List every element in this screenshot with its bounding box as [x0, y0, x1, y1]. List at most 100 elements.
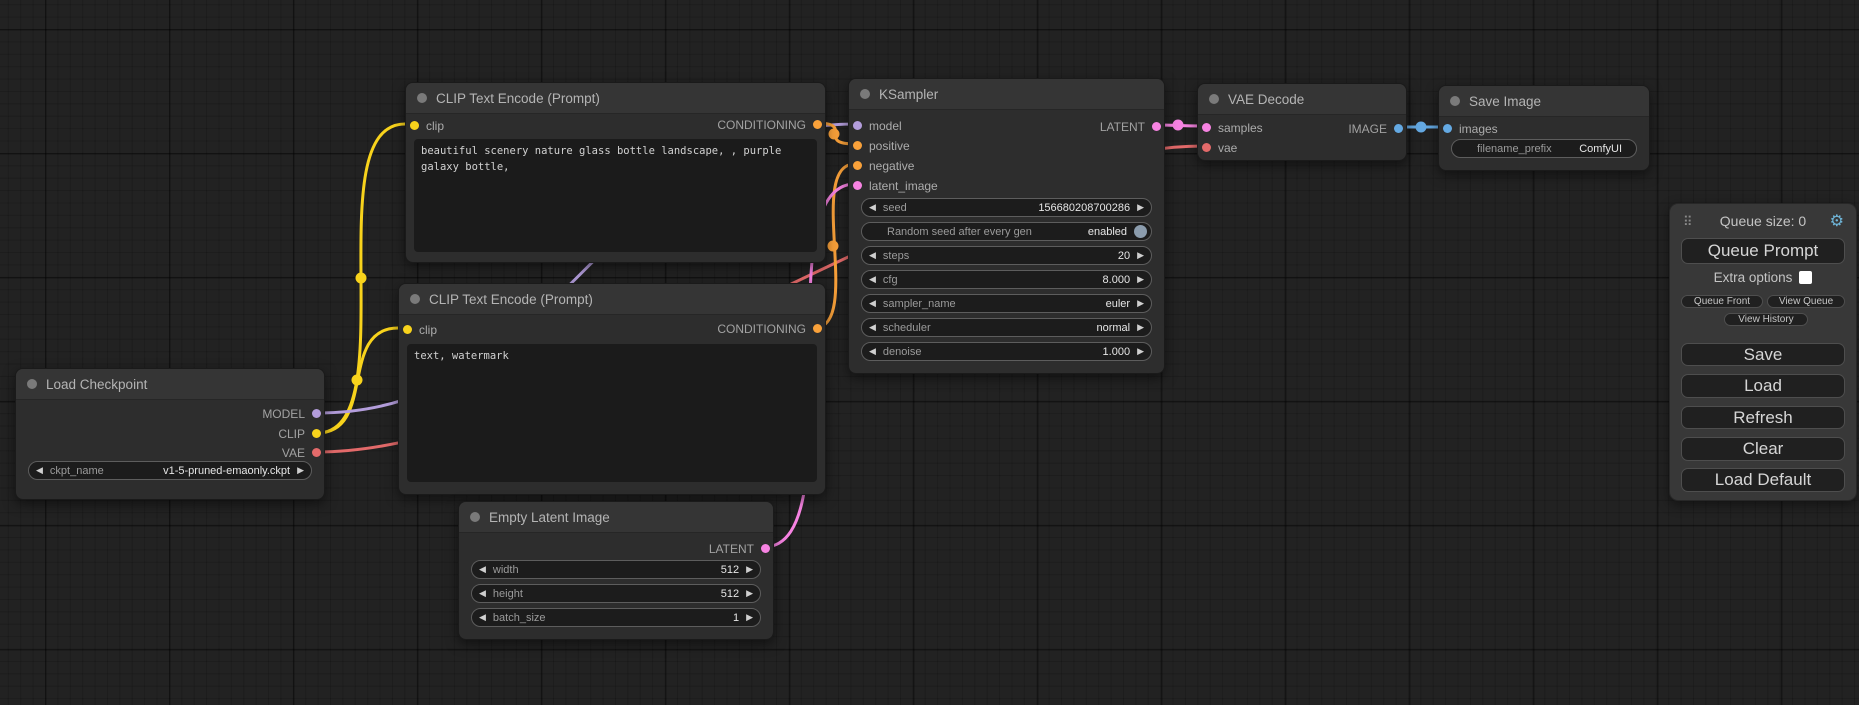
widget-steps[interactable]: ◀ steps 20 ▶: [861, 246, 1152, 265]
node-graph-canvas[interactable]: Load Checkpoint MODEL CLIP VAE ◀ ckpt_na…: [0, 0, 1859, 705]
widget-width[interactable]: ◀ width 512 ▶: [471, 560, 761, 579]
increment-arrow-icon[interactable]: ▶: [297, 466, 304, 475]
port-label: samples: [1218, 121, 1263, 135]
node-title-bar[interactable]: Save Image: [1439, 86, 1649, 117]
decrement-arrow-icon[interactable]: ◀: [869, 203, 876, 212]
link-midpoint-dot[interactable]: [1173, 120, 1184, 131]
clip-port-dot[interactable]: [410, 121, 419, 130]
decrement-arrow-icon[interactable]: ◀: [479, 589, 486, 598]
widget-sampler-name[interactable]: ◀ sampler_name euler ▶: [861, 294, 1152, 313]
load-button[interactable]: Load: [1681, 374, 1845, 398]
decrement-arrow-icon[interactable]: ◀: [869, 299, 876, 308]
clip-port-dot[interactable]: [312, 429, 321, 438]
widget-denoise[interactable]: ◀ denoise 1.000 ▶: [861, 342, 1152, 361]
queue-panel: ⠿ Queue size: 0 ⚙ Queue Prompt Extra opt…: [1669, 203, 1857, 501]
widget-label: batch_size: [493, 612, 546, 624]
toggle-dot[interactable]: [1134, 225, 1147, 238]
increment-arrow-icon[interactable]: ▶: [1137, 251, 1144, 260]
latent-port-dot[interactable]: [853, 181, 862, 190]
node-title-bar[interactable]: KSampler: [849, 79, 1164, 110]
latent-port-dot[interactable]: [761, 544, 770, 553]
widget-value: enabled: [1088, 226, 1127, 238]
refresh-button[interactable]: Refresh: [1681, 406, 1845, 429]
collapse-dot-icon[interactable]: [410, 294, 420, 304]
decrement-arrow-icon[interactable]: ◀: [869, 251, 876, 260]
positive-prompt-textarea[interactable]: beautiful scenery nature glass bottle la…: [414, 139, 817, 252]
image-port-dot[interactable]: [1394, 124, 1403, 133]
image-port-dot[interactable]: [1443, 124, 1452, 133]
link-midpoint-dot[interactable]: [828, 241, 839, 252]
collapse-dot-icon[interactable]: [1209, 94, 1219, 104]
node-title-bar[interactable]: Load Checkpoint: [16, 369, 324, 400]
widget-value: 1.000: [1103, 346, 1131, 358]
increment-arrow-icon[interactable]: ▶: [1137, 275, 1144, 284]
decrement-arrow-icon[interactable]: ◀: [36, 466, 43, 475]
link-midpoint-dot[interactable]: [352, 375, 363, 386]
node-title-bar[interactable]: VAE Decode: [1198, 84, 1406, 115]
increment-arrow-icon[interactable]: ▶: [1137, 203, 1144, 212]
collapse-dot-icon[interactable]: [1450, 96, 1460, 106]
widget-value: 512: [721, 564, 739, 576]
widget-batch-size[interactable]: ◀ batch_size 1 ▶: [471, 608, 761, 627]
link-midpoint-dot[interactable]: [1416, 122, 1427, 133]
port-label: positive: [869, 139, 910, 153]
node-clip-text-encode-positive: CLIP Text Encode (Prompt) clip CONDITION…: [405, 82, 826, 263]
widget-ckpt-name[interactable]: ◀ ckpt_name v1-5-pruned-emaonly.ckpt ▶: [28, 461, 312, 480]
widget-height[interactable]: ◀ height 512 ▶: [471, 584, 761, 603]
node-load-checkpoint: Load Checkpoint MODEL CLIP VAE ◀ ckpt_na…: [15, 368, 325, 500]
node-title: CLIP Text Encode (Prompt): [429, 292, 593, 307]
vae-port-dot[interactable]: [312, 448, 321, 457]
output-conditioning: CONDITIONING: [717, 116, 822, 133]
latent-port-dot[interactable]: [1152, 122, 1161, 131]
decrement-arrow-icon[interactable]: ◀: [479, 613, 486, 622]
latent-port-dot[interactable]: [1202, 123, 1211, 132]
widget-seed[interactable]: ◀ seed 156680208700286 ▶: [861, 198, 1152, 217]
collapse-dot-icon[interactable]: [27, 379, 37, 389]
increment-arrow-icon[interactable]: ▶: [746, 565, 753, 574]
queue-front-button[interactable]: Queue Front: [1681, 295, 1763, 308]
node-title-bar[interactable]: Empty Latent Image: [459, 502, 773, 533]
load-default-button[interactable]: Load Default: [1681, 468, 1845, 492]
negative-prompt-textarea[interactable]: text, watermark: [407, 344, 817, 482]
conditioning-port-dot[interactable]: [853, 161, 862, 170]
increment-arrow-icon[interactable]: ▶: [1137, 347, 1144, 356]
decrement-arrow-icon[interactable]: ◀: [869, 275, 876, 284]
collapse-dot-icon[interactable]: [860, 89, 870, 99]
decrement-arrow-icon[interactable]: ◀: [869, 323, 876, 332]
conditioning-port-dot[interactable]: [853, 141, 862, 150]
view-queue-button[interactable]: View Queue: [1767, 295, 1845, 308]
widget-random-seed-toggle[interactable]: Random seed after every gen enabled: [861, 222, 1152, 241]
widget-scheduler[interactable]: ◀ scheduler normal ▶: [861, 318, 1152, 337]
input-positive: positive: [853, 137, 910, 154]
clip-port-dot[interactable]: [403, 325, 412, 334]
increment-arrow-icon[interactable]: ▶: [746, 613, 753, 622]
gear-icon[interactable]: ⚙: [1830, 213, 1844, 231]
model-port-dot[interactable]: [312, 409, 321, 418]
widget-label: ckpt_name: [50, 465, 104, 477]
collapse-dot-icon[interactable]: [417, 93, 427, 103]
extra-options-checkbox[interactable]: [1799, 271, 1812, 284]
widget-cfg[interactable]: ◀ cfg 8.000 ▶: [861, 270, 1152, 289]
link-midpoint-dot[interactable]: [829, 129, 840, 140]
queue-prompt-button[interactable]: Queue Prompt: [1681, 238, 1845, 264]
queue-size-label: Queue size: 0: [1670, 213, 1856, 229]
increment-arrow-icon[interactable]: ▶: [746, 589, 753, 598]
conditioning-port-dot[interactable]: [813, 324, 822, 333]
node-clip-text-encode-negative: CLIP Text Encode (Prompt) clip CONDITION…: [398, 283, 826, 495]
widget-filename-prefix[interactable]: filename_prefix ComfyUI: [1451, 139, 1637, 158]
increment-arrow-icon[interactable]: ▶: [1137, 299, 1144, 308]
collapse-dot-icon[interactable]: [470, 512, 480, 522]
save-button[interactable]: Save: [1681, 343, 1845, 366]
link-midpoint-dot[interactable]: [356, 273, 367, 284]
decrement-arrow-icon[interactable]: ◀: [869, 347, 876, 356]
node-title-bar[interactable]: CLIP Text Encode (Prompt): [406, 83, 825, 114]
increment-arrow-icon[interactable]: ▶: [1137, 323, 1144, 332]
decrement-arrow-icon[interactable]: ◀: [479, 565, 486, 574]
conditioning-port-dot[interactable]: [813, 120, 822, 129]
view-history-button[interactable]: View History: [1724, 313, 1808, 326]
model-port-dot[interactable]: [853, 121, 862, 130]
node-title: Empty Latent Image: [489, 510, 610, 525]
clear-button[interactable]: Clear: [1681, 437, 1845, 461]
node-title-bar[interactable]: CLIP Text Encode (Prompt): [399, 284, 825, 315]
vae-port-dot[interactable]: [1202, 143, 1211, 152]
